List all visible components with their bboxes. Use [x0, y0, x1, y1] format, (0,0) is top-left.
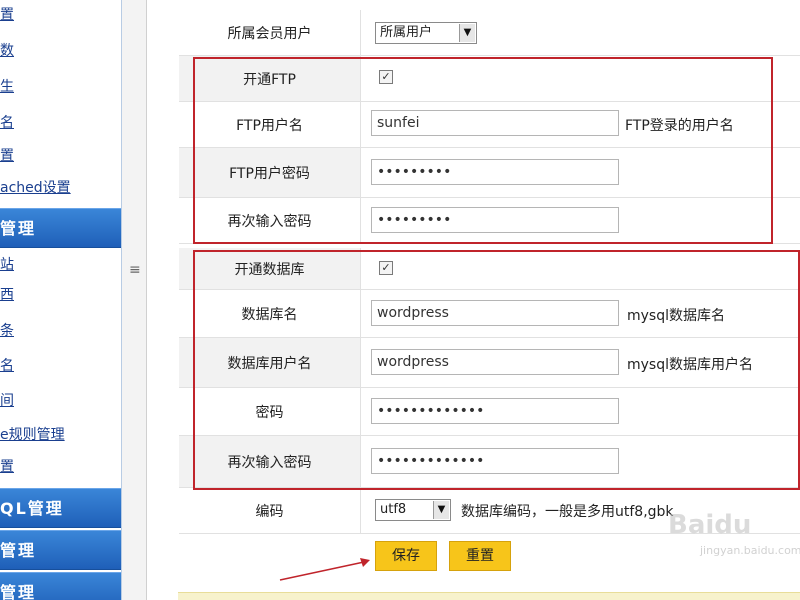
ftp-password-value: •••••••••	[377, 164, 452, 180]
baidu-watermark-logo: Baidu	[668, 510, 752, 540]
sidebar-item[interactable]: 置	[0, 4, 14, 26]
sidebar-item[interactable]: 间	[0, 390, 14, 412]
ftp-user-input[interactable]: sunfei	[371, 110, 619, 136]
sidebar-item[interactable]: 置	[0, 145, 14, 167]
encoding-select-value: utf8	[380, 502, 407, 517]
db-name-hint: mysql数据库名	[627, 308, 725, 324]
db-password-confirm-label: 再次输入密码	[179, 436, 361, 487]
member-select[interactable]: 所属用户 ▼	[375, 22, 477, 44]
sidebar-section-header[interactable]: 管理	[0, 530, 121, 570]
ftp-user-label: FTP用户名	[179, 102, 361, 147]
sidebar-item[interactable]: 名	[0, 112, 14, 134]
db-password-value: •••••••••••••	[377, 403, 485, 419]
chevron-down-icon: ▼	[433, 501, 449, 519]
ftp-open-row: 开通FTP ✓	[179, 56, 800, 102]
sidebar-item-memcached[interactable]: ached设置	[0, 177, 71, 199]
member-label: 所属会员用户	[179, 10, 361, 55]
ftp-open-checkbox[interactable]: ✓	[379, 70, 393, 84]
splitter-grip-icon[interactable]: ≡	[129, 262, 141, 278]
db-open-checkbox[interactable]: ✓	[379, 261, 393, 275]
sidebar-item-label: 置	[0, 7, 14, 23]
db-name-input[interactable]: wordpress	[371, 300, 619, 326]
sidebar-item-label: 名	[0, 358, 14, 374]
db-password-row: 密码 •••••••••••••	[179, 388, 800, 436]
sidebar-item-label: 名	[0, 115, 14, 131]
member-select-value: 所属用户	[380, 25, 433, 40]
sidebar-item-label: ached设置	[0, 180, 71, 196]
sidebar-item-label: 西	[0, 287, 14, 303]
db-user-input[interactable]: wordpress	[371, 349, 619, 375]
ftp-user-value: sunfei	[377, 115, 420, 131]
ftp-password-confirm-value: •••••••••	[377, 212, 452, 228]
sidebar-item[interactable]: 名	[0, 355, 14, 377]
encoding-hint: 数据库编码，一般是多用utf8,gbk	[461, 504, 674, 520]
sidebar-item-label: 生	[0, 79, 14, 95]
check-icon: ✓	[381, 70, 391, 83]
db-user-row: 数据库用户名 wordpress mysql数据库用户名	[179, 338, 800, 388]
annotation-arrow-icon	[279, 558, 370, 581]
encoding-label: 编码	[179, 488, 361, 533]
sidebar-section-header[interactable]: 管理	[0, 572, 121, 600]
ftp-password-confirm-label: 再次输入密码	[179, 198, 361, 243]
baidu-watermark-url: jingyan.baidu.com	[700, 544, 800, 557]
bottom-bar	[178, 592, 800, 600]
db-password-input[interactable]: •••••••••••••	[371, 398, 619, 424]
sidebar-item-label: e规则管理	[0, 427, 65, 443]
sidebar-item-label: 间	[0, 393, 14, 409]
sidebar-item-label: 站	[0, 257, 14, 273]
db-password-confirm-input[interactable]: •••••••••••••	[371, 448, 619, 474]
db-user-value: wordpress	[377, 354, 449, 370]
sidebar-item[interactable]: 数	[0, 40, 14, 62]
check-icon: ✓	[381, 261, 391, 274]
ftp-user-hint: FTP登录的用户名	[625, 118, 734, 134]
db-user-label: 数据库用户名	[179, 338, 361, 387]
db-open-row: 开通数据库 ✓	[179, 248, 800, 290]
sidebar-item-label: 置	[0, 459, 14, 475]
db-name-value: wordpress	[377, 305, 449, 321]
db-name-label: 数据库名	[179, 290, 361, 337]
ftp-password-row: FTP用户密码 •••••••••	[179, 148, 800, 198]
ftp-password-confirm-row: 再次输入密码 •••••••••	[179, 198, 800, 244]
ftp-user-row: FTP用户名 sunfei FTP登录的用户名	[179, 102, 800, 148]
sidebar-section-header[interactable]: QL管理	[0, 488, 121, 528]
db-name-row: 数据库名 wordpress mysql数据库名	[179, 290, 800, 338]
sidebar-item-label: 置	[0, 148, 14, 164]
chevron-down-icon: ▼	[459, 24, 475, 42]
sidebar-item-label: 条	[0, 323, 14, 339]
sidebar-item[interactable]: 西	[0, 284, 14, 306]
db-open-label: 开通数据库	[179, 248, 361, 289]
db-password-confirm-row: 再次输入密码 •••••••••••••	[179, 436, 800, 488]
encoding-select[interactable]: utf8 ▼	[375, 499, 451, 521]
sidebar-item[interactable]: 生	[0, 76, 14, 98]
reset-button[interactable]: 重置	[449, 541, 511, 571]
ftp-password-confirm-input[interactable]: •••••••••	[371, 207, 619, 233]
sidebar-section-header[interactable]: 管理	[0, 208, 121, 248]
db-user-hint: mysql数据库用户名	[627, 357, 753, 373]
sidebar-item[interactable]: 置	[0, 456, 14, 478]
ftp-open-label: 开通FTP	[179, 56, 361, 101]
sidebar-item[interactable]: 站	[0, 254, 14, 276]
ftp-password-input[interactable]: •••••••••	[371, 159, 619, 185]
sidebar: 置 数 生 名 置 ached设置 管理 站 西 条 名 间 e规则管理 置 Q…	[0, 0, 122, 600]
db-password-label: 密码	[179, 388, 361, 435]
sidebar-item-label: 数	[0, 43, 14, 59]
sidebar-item[interactable]: 条	[0, 320, 14, 342]
db-password-confirm-value: •••••••••••••	[377, 453, 485, 469]
sidebar-item-rewrite[interactable]: e规则管理	[0, 424, 65, 446]
member-row: 所属会员用户 所属用户 ▼	[179, 10, 800, 56]
ftp-password-label: FTP用户密码	[179, 148, 361, 197]
save-button[interactable]: 保存	[375, 541, 437, 571]
sidebar-splitter[interactable]: ≡	[122, 0, 147, 600]
